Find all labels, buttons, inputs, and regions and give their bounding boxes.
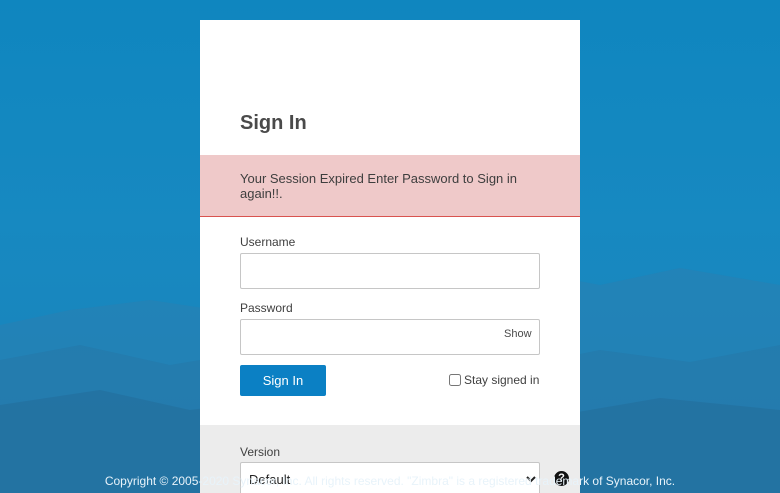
session-expired-alert: Your Session Expired Enter Password to S… [200,155,580,217]
stay-signed-in-checkbox[interactable] [449,374,461,386]
version-label: Version [240,445,281,459]
alert-message: Your Session Expired Enter Password to S… [240,171,518,201]
stay-signed-in[interactable]: Stay signed in [449,373,539,387]
username-label: Username [240,235,296,249]
show-password-toggle[interactable]: Show [504,328,532,340]
page-title: Sign In [240,112,307,134]
password-label: Password [240,301,293,315]
stay-signed-in-label: Stay signed in [464,373,540,387]
password-input[interactable] [240,319,540,355]
sign-in-button[interactable]: Sign In [240,365,326,396]
copyright-text: Copyright © 2005-2020 Synacor, Inc. All … [104,474,676,488]
username-input[interactable] [240,253,540,289]
login-card: Sign In Your Session Expired Enter Passw… [200,20,580,493]
